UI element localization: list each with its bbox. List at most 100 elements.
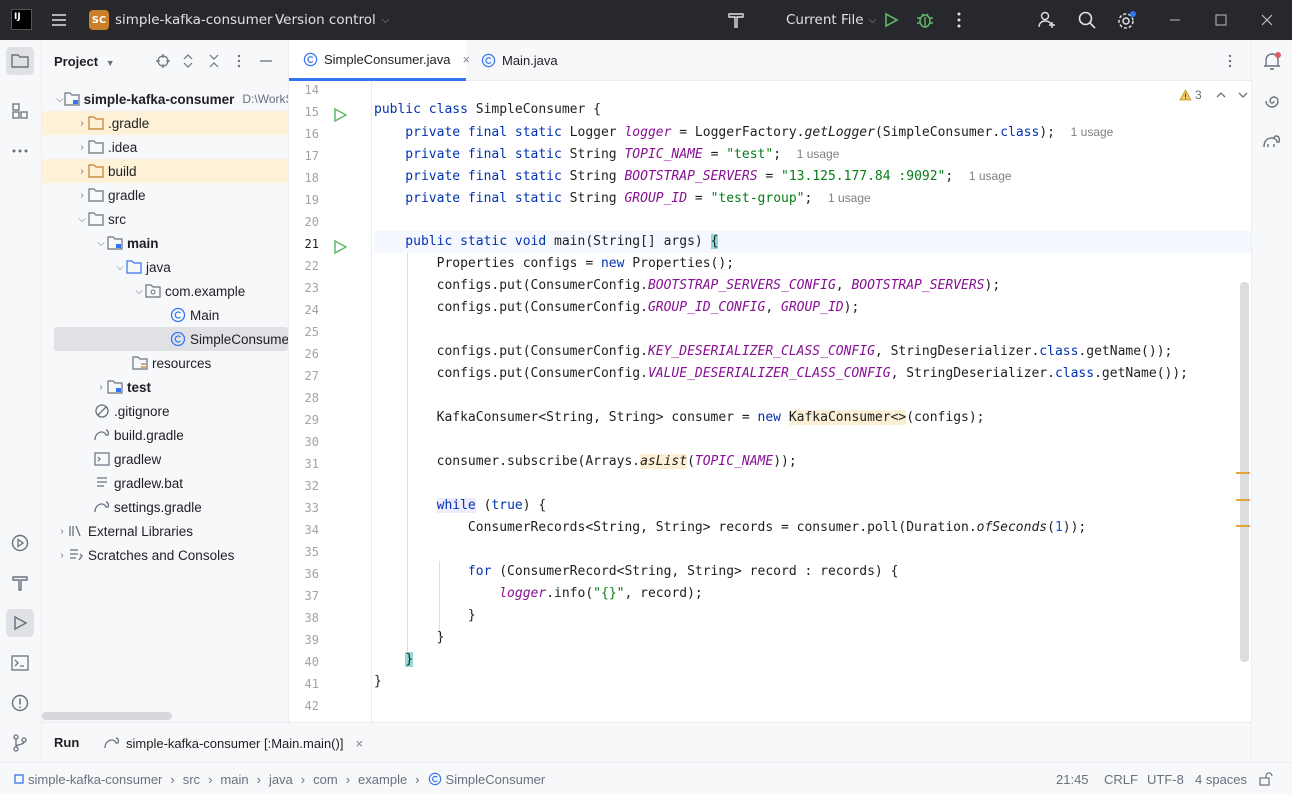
problems-icon[interactable] bbox=[6, 689, 34, 717]
tab-main-java[interactable]: Main.java bbox=[481, 40, 581, 81]
caret-position[interactable]: 21:45 bbox=[1056, 763, 1089, 795]
tree-item-src[interactable]: ⌵ src bbox=[42, 207, 288, 231]
chevron-down-icon[interactable]: ⌵ bbox=[76, 213, 88, 225]
close-tab-icon[interactable]: × bbox=[355, 736, 363, 751]
tree-item-build-gradle[interactable]: build.gradle bbox=[42, 423, 288, 447]
line-number: 27 bbox=[304, 369, 319, 383]
read-only-lock-icon[interactable] bbox=[1259, 763, 1273, 795]
chevron-down-icon[interactable]: ⌵ bbox=[133, 285, 145, 297]
line-separator[interactable]: CRLF bbox=[1104, 763, 1138, 795]
tree-item-settings-gradle[interactable]: settings.gradle bbox=[42, 495, 288, 519]
horizontal-scrollbar[interactable] bbox=[42, 712, 172, 720]
gradle-elephant-icon[interactable] bbox=[1258, 127, 1286, 155]
run-icon[interactable] bbox=[882, 11, 900, 29]
version-control-label: Version control bbox=[275, 12, 376, 28]
settings-gear-icon[interactable] bbox=[1116, 10, 1138, 32]
tree-item-simpleconsumer-class[interactable]: SimpleConsumer bbox=[54, 327, 288, 351]
close-tab-icon[interactable]: × bbox=[462, 52, 470, 67]
code-editor[interactable]: public class SimpleConsumer { private fi… bbox=[374, 81, 1251, 722]
search-icon[interactable] bbox=[1077, 10, 1097, 30]
chevron-right-icon[interactable]: › bbox=[95, 381, 107, 393]
run-tab[interactable]: simple-kafka-consumer [:Main.main()] × bbox=[104, 723, 363, 763]
tree-item-test[interactable]: › test bbox=[42, 375, 288, 399]
file-encoding[interactable]: UTF-8 bbox=[1147, 763, 1184, 795]
intellij-logo-icon[interactable]: IJ bbox=[11, 9, 32, 30]
tree-item-external-libraries[interactable]: › External Libraries bbox=[42, 519, 288, 543]
tree-item-main-class[interactable]: Main bbox=[42, 303, 288, 327]
terminal-icon[interactable] bbox=[6, 649, 34, 677]
warning-stripe-marker[interactable] bbox=[1236, 472, 1250, 474]
chevron-down-icon[interactable]: ⌵ bbox=[56, 93, 64, 105]
close-window-button[interactable] bbox=[1244, 0, 1290, 40]
tree-item-project-root[interactable]: ⌵ simple-kafka-consumer D:\WorkS bbox=[42, 87, 288, 111]
breadcrumb-item[interactable]: com bbox=[313, 772, 338, 787]
tree-item-java[interactable]: ⌵ java bbox=[42, 255, 288, 279]
warning-stripe-marker[interactable] bbox=[1236, 525, 1250, 527]
tree-item-gradlew[interactable]: gradlew bbox=[42, 447, 288, 471]
chevron-right-icon[interactable]: › bbox=[76, 165, 88, 177]
warning-stripe-marker[interactable] bbox=[1236, 499, 1250, 501]
build-hammer-icon[interactable] bbox=[6, 569, 34, 597]
run-gutter-icon[interactable] bbox=[333, 240, 347, 254]
run-tool-window-icon[interactable] bbox=[6, 609, 34, 637]
structure-icon[interactable] bbox=[6, 97, 34, 125]
git-branch-icon[interactable] bbox=[6, 729, 34, 757]
run-tool-window-header: Run simple-kafka-consumer [:Main.main()]… bbox=[42, 722, 1251, 762]
tree-item-scratches[interactable]: › Scratches and Consoles bbox=[42, 543, 288, 567]
debug-bug-icon[interactable] bbox=[916, 10, 934, 30]
breadcrumb-item[interactable]: src bbox=[183, 772, 200, 787]
services-icon[interactable] bbox=[6, 529, 34, 557]
chevron-down-icon[interactable]: ⌵ bbox=[95, 237, 107, 249]
right-tool-window-strip bbox=[1251, 40, 1292, 762]
tab-options-icon[interactable] bbox=[1227, 54, 1233, 68]
chevron-right-icon[interactable]: › bbox=[76, 189, 88, 201]
more-tool-windows-icon[interactable] bbox=[6, 137, 34, 165]
tree-item-resources[interactable]: resources bbox=[42, 351, 288, 375]
expand-all-icon[interactable] bbox=[182, 54, 194, 68]
chevron-right-icon[interactable]: › bbox=[76, 141, 88, 153]
code-line-41: } bbox=[374, 674, 382, 689]
locate-file-icon[interactable] bbox=[156, 54, 170, 68]
run-gutter-icon[interactable] bbox=[333, 108, 347, 122]
indent-setting[interactable]: 4 spaces bbox=[1195, 763, 1247, 795]
project-view-selector[interactable]: Project ▼ bbox=[54, 54, 115, 69]
ai-assistant-icon[interactable] bbox=[1258, 87, 1286, 115]
breadcrumb-item[interactable]: simple-kafka-consumer bbox=[28, 772, 162, 787]
build-hammer-icon[interactable] bbox=[726, 10, 746, 30]
run-configuration-selector[interactable]: Current File ⌵ bbox=[786, 0, 876, 40]
project-badge[interactable]: SC bbox=[89, 10, 109, 30]
breadcrumb-item[interactable]: example bbox=[358, 772, 407, 787]
tab-simpleconsumer-java[interactable]: SimpleConsumer.java × bbox=[289, 40, 470, 81]
tree-item-gitignore[interactable]: .gitignore bbox=[42, 399, 288, 423]
tree-item-dot-gradle[interactable]: › .gradle bbox=[42, 111, 288, 135]
line-number: 18 bbox=[304, 171, 319, 185]
line-number: 39 bbox=[304, 633, 319, 647]
breadcrumb-item[interactable]: SimpleConsumer bbox=[446, 772, 546, 787]
chevron-down-icon[interactable]: ⌵ bbox=[114, 261, 126, 273]
tree-item-gradle[interactable]: › gradle bbox=[42, 183, 288, 207]
tree-item-main[interactable]: ⌵ main bbox=[42, 231, 288, 255]
project-folder-icon[interactable] bbox=[6, 47, 34, 75]
maximize-window-button[interactable] bbox=[1198, 0, 1244, 40]
options-icon[interactable] bbox=[236, 54, 242, 68]
breadcrumb-item[interactable]: java bbox=[269, 772, 293, 787]
project-selector[interactable]: simple-kafka-consumer ⌵ bbox=[115, 0, 286, 40]
notifications-bell-icon[interactable] bbox=[1258, 47, 1286, 75]
main-menu-icon[interactable] bbox=[50, 11, 68, 29]
more-actions-icon[interactable] bbox=[950, 11, 968, 29]
minimize-window-button[interactable] bbox=[1152, 0, 1198, 40]
line-number: 20 bbox=[304, 215, 319, 229]
tree-item-gradlew-bat[interactable]: gradlew.bat bbox=[42, 471, 288, 495]
chevron-right-icon[interactable]: › bbox=[56, 525, 68, 537]
add-user-icon[interactable] bbox=[1037, 10, 1057, 30]
chevron-right-icon[interactable]: › bbox=[56, 549, 68, 561]
tree-item-com-example[interactable]: ⌵ com.example bbox=[42, 279, 288, 303]
scratches-icon bbox=[68, 547, 84, 563]
tree-item-idea[interactable]: › .idea bbox=[42, 135, 288, 159]
tree-item-build[interactable]: › build bbox=[42, 159, 288, 183]
chevron-right-icon[interactable]: › bbox=[76, 117, 88, 129]
hide-panel-icon[interactable] bbox=[260, 60, 272, 62]
collapse-all-icon[interactable] bbox=[208, 54, 220, 68]
version-control-menu[interactable]: Version control ⌵ bbox=[275, 0, 389, 40]
breadcrumb-item[interactable]: main bbox=[220, 772, 248, 787]
